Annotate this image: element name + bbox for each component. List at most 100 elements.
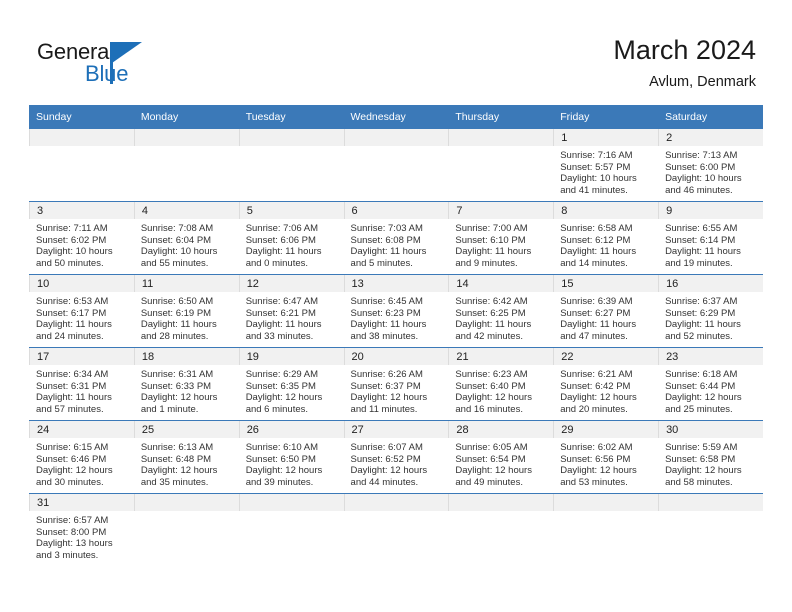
calendar-day-cell[interactable]: 2 Sunrise: 7:13 AM Sunset: 6:00 PM Daylight… bbox=[658, 129, 763, 202]
day-details: Sunrise: 6:23 AM Sunset: 6:40 PM Daylight:… bbox=[448, 365, 553, 415]
calendar-day-cell[interactable]: 12 Sunrise: 6:47 AM Sunset: 6:21 PM Dayligh… bbox=[238, 274, 344, 348]
sunset-time: Sunset: 6:23 PM bbox=[350, 307, 421, 319]
sunset-time: Sunset: 6:00 PM bbox=[665, 161, 736, 173]
sunrise-time: Sunrise: 6:39 AM bbox=[560, 296, 633, 307]
calendar-day-cell[interactable]: 30 Sunrise: 5:59 AM Sunset: 6:58 PM Dayligh… bbox=[658, 420, 763, 494]
day-details: Sunrise: 6:15 AM Sunset: 6:46 PM Daylight:… bbox=[29, 438, 134, 488]
sunset-time: Sunset: 6:25 PM bbox=[455, 307, 526, 319]
calendar-day-cell[interactable]: 18 Sunrise: 6:31 AM Sunset: 6:33 PM Dayligh… bbox=[133, 347, 239, 421]
daylight-duration-line2: and 53 minutes. bbox=[560, 476, 628, 488]
calendar-day-cell[interactable]: 22 Sunrise: 6:21 AM Sunset: 6:42 PM Dayligh… bbox=[553, 347, 659, 421]
calendar-day-cell[interactable]: 6 Sunrise: 7:03 AM Sunset: 6:08 PM Daylight… bbox=[343, 201, 449, 275]
sunset-time: Sunset: 6:52 PM bbox=[350, 453, 421, 465]
sunrise-time: Sunrise: 7:16 AM bbox=[560, 150, 633, 161]
sunrise-time: Sunrise: 6:21 AM bbox=[560, 369, 633, 380]
daylight-duration-line1: Daylight: 12 hours bbox=[455, 392, 532, 404]
day-details: Sunrise: 6:37 AM Sunset: 6:29 PM Daylight:… bbox=[658, 292, 763, 342]
day-number: 4 bbox=[133, 202, 239, 219]
sunrise-time: Sunrise: 6:15 AM bbox=[36, 442, 109, 453]
calendar-day-cell[interactable]: 7 Sunrise: 7:00 AM Sunset: 6:10 PM Daylight… bbox=[448, 201, 554, 275]
day-number: 9 bbox=[658, 202, 763, 219]
daylight-duration-line2: and 25 minutes. bbox=[665, 403, 733, 415]
calendar-day-cell[interactable]: 1 Sunrise: 7:16 AM Sunset: 5:57 PM Daylight… bbox=[553, 129, 659, 202]
day-number: 16 bbox=[658, 275, 763, 292]
day-details: Sunrise: 6:26 AM Sunset: 6:37 PM Daylight:… bbox=[344, 365, 449, 415]
day-number: 24 bbox=[29, 421, 134, 438]
daylight-duration-line1: Daylight: 13 hours bbox=[36, 538, 113, 550]
day-number: 22 bbox=[553, 348, 659, 365]
calendar-day-cell[interactable]: 3 Sunrise: 7:11 AM Sunset: 6:02 PM Daylight… bbox=[29, 201, 134, 275]
sunrise-time: Sunrise: 6:29 AM bbox=[245, 369, 319, 380]
calendar-body: 1 Sunrise: 7:16 AM Sunset: 5:57 PM Daylight… bbox=[29, 129, 763, 574]
daylight-duration-line2: and 11 minutes. bbox=[350, 403, 418, 415]
sunrise-time: Sunrise: 6:10 AM bbox=[245, 442, 319, 453]
daylight-duration-line1: Daylight: 11 hours bbox=[455, 319, 532, 331]
day-details: Sunrise: 6:39 AM Sunset: 6:27 PM Daylight:… bbox=[553, 292, 658, 342]
sunrise-time: Sunrise: 7:00 AM bbox=[455, 223, 528, 234]
sunrise-time: Sunrise: 6:34 AM bbox=[36, 369, 109, 380]
daylight-duration-line1: Daylight: 10 hours bbox=[140, 246, 218, 258]
logo-triangle-icon bbox=[112, 42, 142, 63]
sunrise-time: Sunrise: 6:31 AM bbox=[140, 369, 214, 380]
calendar-day-cell[interactable]: 27 Sunrise: 6:07 AM Sunset: 6:52 PM Dayligh… bbox=[343, 420, 449, 494]
daylight-duration-line2: and 55 minutes. bbox=[140, 257, 209, 269]
daylight-duration-line1: Daylight: 12 hours bbox=[245, 392, 323, 404]
calendar-day-cell[interactable]: 5 Sunrise: 7:06 AM Sunset: 6:06 PM Daylight… bbox=[238, 201, 344, 275]
calendar-day-cell[interactable]: 4 Sunrise: 7:08 AM Sunset: 6:04 PM Daylight… bbox=[133, 201, 239, 275]
daylight-duration-line2: and 57 minutes. bbox=[36, 403, 104, 415]
calendar-cell-empty bbox=[238, 129, 344, 202]
daylight-duration-line1: Daylight: 11 hours bbox=[36, 392, 112, 404]
calendar-day-cell[interactable]: 14 Sunrise: 6:42 AM Sunset: 6:25 PM Dayligh… bbox=[448, 274, 554, 348]
calendar-day-cell[interactable]: 26 Sunrise: 6:10 AM Sunset: 6:50 PM Dayligh… bbox=[238, 420, 344, 494]
calendar-day-cell[interactable]: 19 Sunrise: 6:29 AM Sunset: 6:35 PM Dayligh… bbox=[238, 347, 344, 421]
calendar-day-cell[interactable]: 20 Sunrise: 6:26 AM Sunset: 6:37 PM Dayligh… bbox=[343, 347, 449, 421]
calendar-day-cell[interactable]: 24 Sunrise: 6:15 AM Sunset: 6:46 PM Dayligh… bbox=[29, 420, 134, 494]
calendar-day-cell[interactable]: 10 Sunrise: 6:53 AM Sunset: 6:17 PM Dayligh… bbox=[29, 274, 134, 348]
calendar-cell-empty bbox=[29, 129, 134, 202]
day-number: 17 bbox=[29, 348, 134, 365]
calendar-day-cell[interactable]: 21 Sunrise: 6:23 AM Sunset: 6:40 PM Dayligh… bbox=[448, 347, 554, 421]
sunset-time: Sunset: 6:48 PM bbox=[140, 453, 212, 465]
day-number bbox=[448, 129, 554, 146]
day-number: 26 bbox=[238, 421, 344, 438]
daylight-duration-line1: Daylight: 12 hours bbox=[36, 465, 113, 477]
calendar-day-cell[interactable]: 13 Sunrise: 6:45 AM Sunset: 6:23 PM Dayligh… bbox=[343, 274, 449, 348]
calendar-day-cell[interactable]: 9 Sunrise: 6:55 AM Sunset: 6:14 PM Daylight… bbox=[658, 201, 763, 275]
calendar-cell-empty bbox=[133, 493, 239, 574]
day-number bbox=[658, 494, 763, 511]
sunset-time: Sunset: 5:57 PM bbox=[560, 161, 631, 173]
calendar-day-cell[interactable]: 29 Sunrise: 6:02 AM Sunset: 6:56 PM Dayligh… bbox=[553, 420, 659, 494]
calendar-day-cell[interactable]: 16 Sunrise: 6:37 AM Sunset: 6:29 PM Dayligh… bbox=[658, 274, 763, 348]
calendar-day-cell[interactable]: 25 Sunrise: 6:13 AM Sunset: 6:48 PM Dayligh… bbox=[133, 420, 239, 494]
calendar-day-cell[interactable]: 8 Sunrise: 6:58 AM Sunset: 6:12 PM Daylight… bbox=[553, 201, 659, 275]
day-details: Sunrise: 6:07 AM Sunset: 6:52 PM Daylight:… bbox=[344, 438, 449, 488]
day-number: 12 bbox=[238, 275, 344, 292]
day-number bbox=[553, 494, 659, 511]
calendar-day-cell[interactable]: 11 Sunrise: 6:50 AM Sunset: 6:19 PM Dayligh… bbox=[133, 274, 239, 348]
daylight-duration-line1: Daylight: 11 hours bbox=[560, 246, 637, 258]
day-number bbox=[343, 494, 449, 511]
calendar-day-cell[interactable]: 15 Sunrise: 6:39 AM Sunset: 6:27 PM Dayligh… bbox=[553, 274, 659, 348]
weekday-header-tuesday: Tuesday bbox=[238, 105, 344, 129]
weekday-header-thursday: Thursday bbox=[448, 105, 554, 129]
sunset-time: Sunset: 6:12 PM bbox=[560, 234, 631, 246]
sunrise-time: Sunrise: 6:42 AM bbox=[455, 296, 528, 307]
daylight-duration-line1: Daylight: 11 hours bbox=[560, 319, 637, 331]
daylight-duration-line2: and 41 minutes. bbox=[560, 184, 628, 196]
sunset-time: Sunset: 6:50 PM bbox=[245, 453, 316, 465]
day-details: Sunrise: 7:08 AM Sunset: 6:04 PM Daylight:… bbox=[134, 219, 239, 269]
calendar-week-row: 24 Sunrise: 6:15 AM Sunset: 6:46 PM Dayligh… bbox=[29, 420, 763, 494]
daylight-duration-line1: Daylight: 10 hours bbox=[665, 173, 742, 185]
calendar-day-cell[interactable]: 31 Sunrise: 6:57 AM Sunset: 8:00 PM Dayligh… bbox=[29, 493, 134, 574]
calendar-day-cell[interactable]: 17 Sunrise: 6:34 AM Sunset: 6:31 PM Dayligh… bbox=[29, 347, 134, 421]
page-header: General Blue March 2024 Avlum, Denmark bbox=[0, 0, 792, 100]
sunset-time: Sunset: 6:29 PM bbox=[665, 307, 736, 319]
calendar-day-cell[interactable]: 23 Sunrise: 6:18 AM Sunset: 6:44 PM Dayligh… bbox=[658, 347, 763, 421]
daylight-duration-line1: Daylight: 12 hours bbox=[245, 465, 323, 477]
daylight-duration-line2: and 6 minutes. bbox=[245, 403, 309, 415]
calendar-day-cell[interactable]: 28 Sunrise: 6:05 AM Sunset: 6:54 PM Dayligh… bbox=[448, 420, 554, 494]
day-number: 18 bbox=[133, 348, 239, 365]
daylight-duration-line1: Daylight: 11 hours bbox=[140, 319, 217, 331]
page-title: March 2024 bbox=[613, 35, 756, 65]
sunset-time: Sunset: 6:02 PM bbox=[36, 234, 107, 246]
